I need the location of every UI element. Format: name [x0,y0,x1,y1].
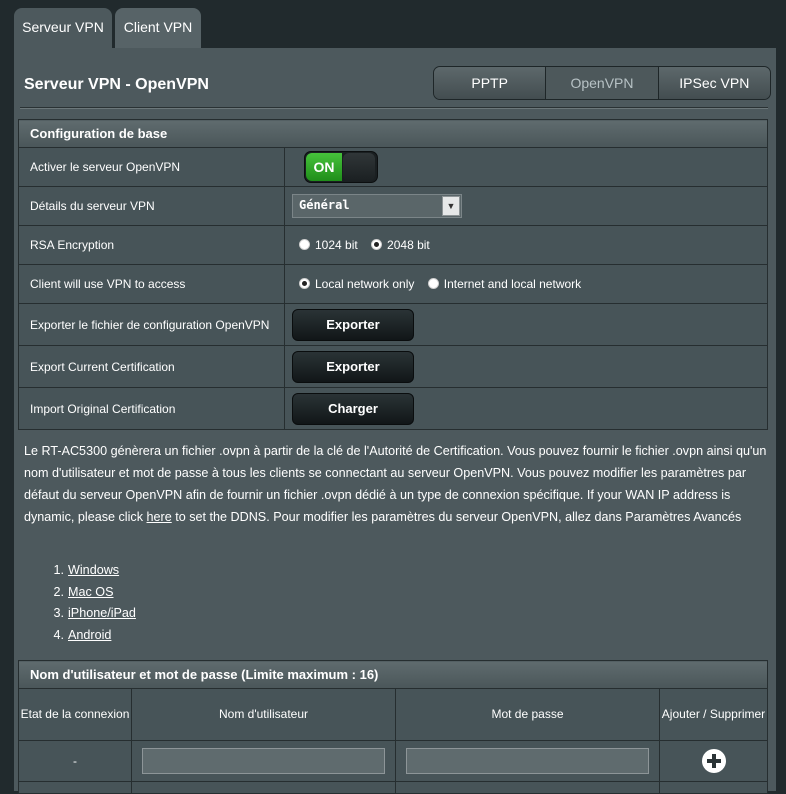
os-guide-list: 1. Windows 2. Mac OS 3. iPhone/iPad 4. Andro… [24,560,136,646]
new-user-status: - [18,740,132,782]
users-table-header: Nom d'utilisateur et mot de passe (Limit… [18,660,768,689]
column-username: Nom d'utilisateur [131,688,396,741]
import-cert-label: Import Original Certification [18,387,285,430]
rsa-1024-radio[interactable] [299,239,310,250]
chevron-down-icon[interactable]: ▼ [442,196,460,216]
list-item: 1. Windows [53,563,120,577]
server-details-value: Général [299,198,350,212]
protocol-tab-ipsec[interactable]: IPSec VPN [658,67,770,99]
protocol-tab-openvpn[interactable]: OpenVPN [546,67,659,99]
export-cert-label: Export Current Certification [18,345,285,388]
server-details-select[interactable]: Général ▼ [292,194,462,218]
list-item: 3. iPhone/iPad [53,606,136,621]
row-vpn-access: Client will use VPN to access Local netw… [18,264,768,304]
access-internet-radio[interactable] [427,278,439,289]
export-config-label: Exporter le fichier de configuration Ope… [18,303,285,346]
page-title: Serveur VPN - OpenVPN [24,76,209,93]
row-export-cert: Export Current Certification Exporter [18,345,768,388]
column-add-delete: Ajouter / Supprimer [659,688,768,741]
row-enable-server: Activer le serveur OpenVPN ON [18,147,768,187]
list-item: 2. Mac OS [53,584,114,599]
row-import-cert: Import Original Certification Charger [18,387,768,430]
users-table-columns: Etat de la connexion Nom d'utilisateur M… [18,688,768,741]
description-text: Le RT-AC5300 génèrera un fichier .ovpn à… [24,440,769,528]
server-details-label: Détails du serveur VPN [18,186,285,226]
row-rsa-encryption: RSA Encryption 1024 bit 2048 bit [18,225,768,265]
users-table: Nom d'utilisateur et mot de passe (Limit… [18,660,768,794]
description-after-link: to set the DDNS. Pour modifier les param… [171,510,742,524]
list-item: 4. Android [53,627,112,642]
basic-config-header: Configuration de base [18,119,768,148]
basic-config-table: Configuration de base Activer le serveur… [18,119,768,430]
android-link[interactable]: Android [68,628,111,642]
windows-link[interactable]: Windows [68,563,119,577]
column-password: Mot de passe [395,688,660,741]
protocol-tabs: PPTP OpenVPN IPSec VPN [433,66,771,100]
rsa-encryption-label: RSA Encryption [18,225,285,265]
toggle-on-label: ON [306,153,342,181]
export-config-button[interactable]: Exporter [292,308,414,341]
enable-server-toggle[interactable]: ON [304,151,378,183]
rsa-1024-label: 1024 bit [315,238,358,252]
username-input[interactable] [142,748,385,774]
row-server-details: Détails du serveur VPN Général ▼ [18,186,768,226]
access-local-radio[interactable] [299,278,310,289]
export-cert-button[interactable]: Exporter [292,350,414,383]
tab-vpn-server[interactable]: Serveur VPN [14,8,112,48]
column-connection-status: Etat de la connexion [18,688,132,741]
main-panel: Serveur VPN - OpenVPN PPTP OpenVPN IPSec… [14,48,776,794]
macos-link[interactable]: Mac OS [68,585,114,599]
ddns-here-link[interactable]: here [147,510,172,524]
access-internet-label: Internet and local network [443,277,582,291]
table-row [18,781,768,794]
title-divider [20,107,768,109]
import-cert-button[interactable]: Charger [292,392,414,425]
iphone-ipad-link[interactable]: iPhone/iPad [68,606,136,620]
rsa-2048-radio[interactable] [371,239,383,250]
enable-server-label: Activer le serveur OpenVPN [18,147,285,187]
row-export-config: Exporter le fichier de configuration Ope… [18,303,768,346]
vpn-access-label: Client will use VPN to access [18,264,285,304]
table-row: - [18,740,768,782]
tab-vpn-client[interactable]: Client VPN [115,8,201,48]
password-input[interactable] [406,748,649,774]
protocol-tab-pptp[interactable]: PPTP [434,67,547,99]
access-local-label: Local network only [315,277,415,291]
add-icon[interactable] [701,749,726,773]
rsa-2048-label: 2048 bit [387,238,430,252]
toggle-knob [343,153,375,181]
